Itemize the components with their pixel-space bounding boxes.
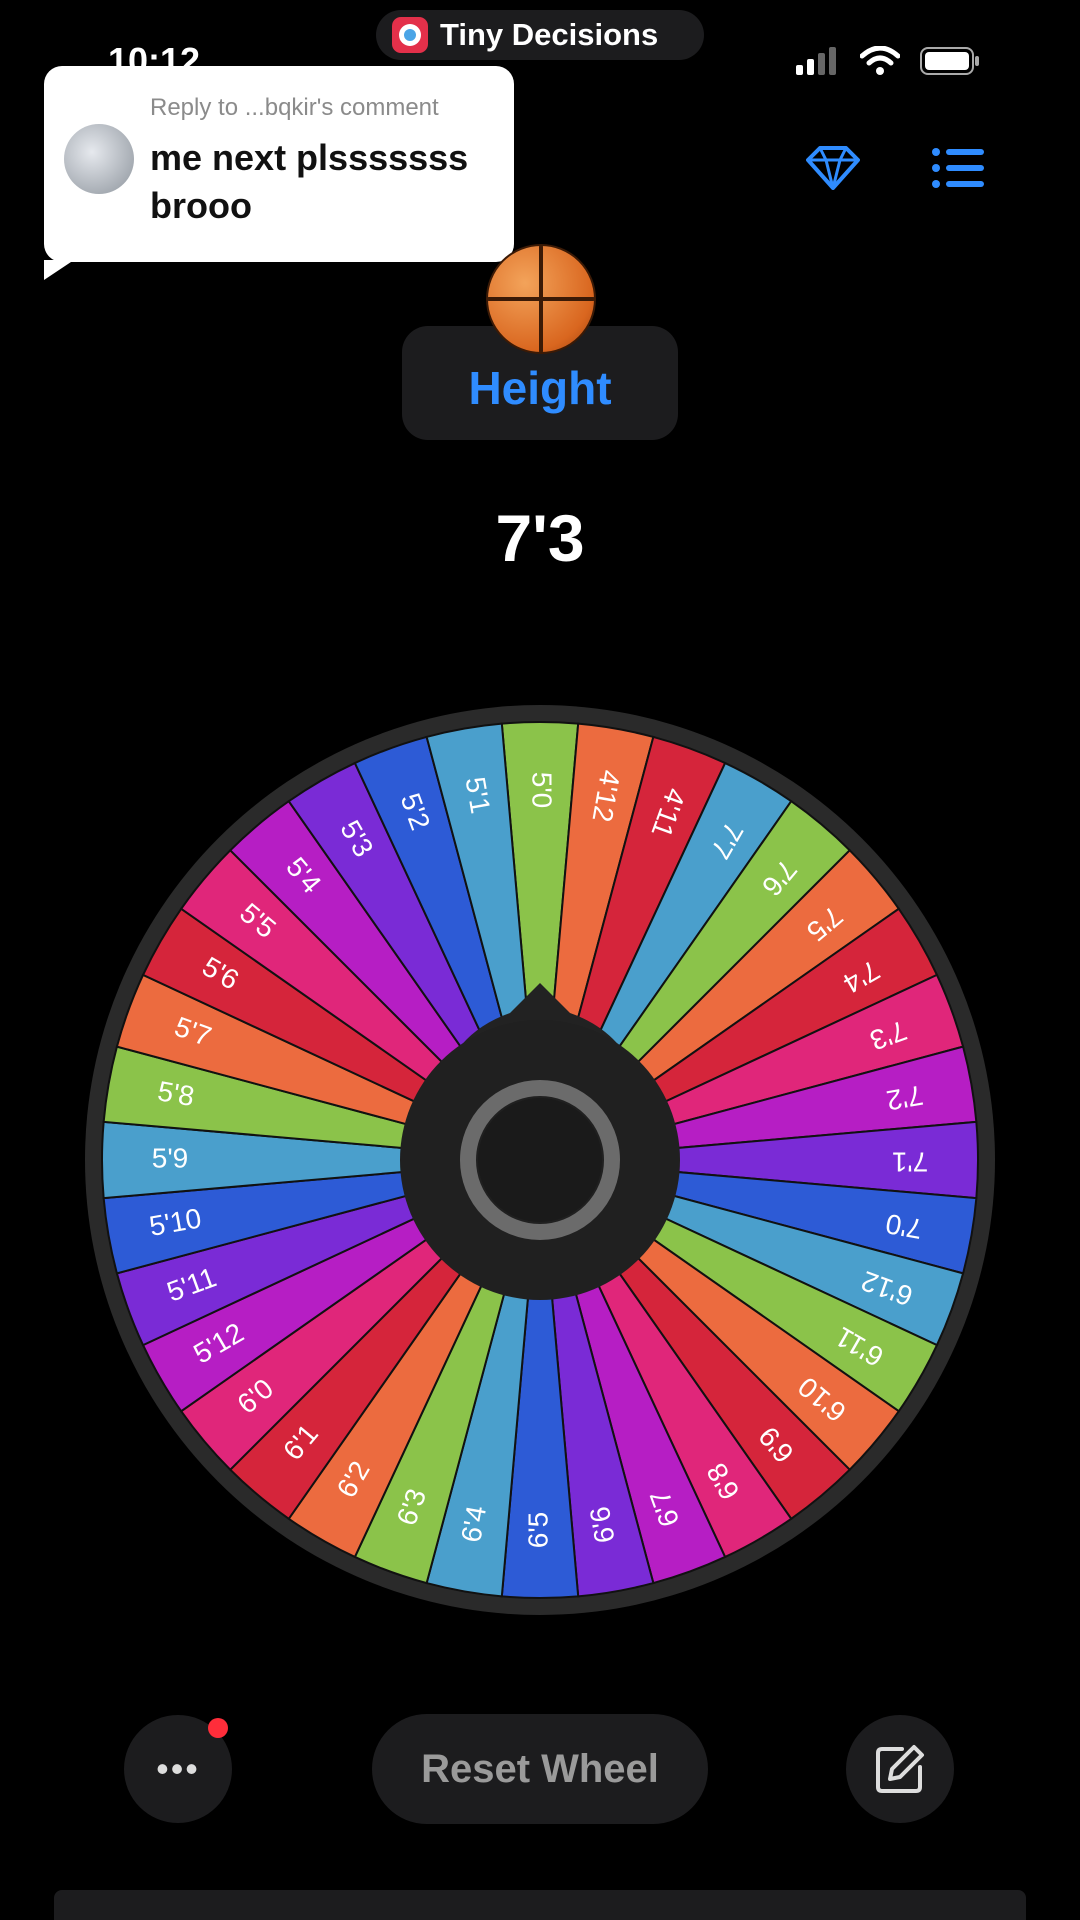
app-logo-icon <box>392 17 428 53</box>
wheel-segment-label: 5'1 <box>459 775 496 816</box>
reply-comment-card[interactable]: Reply to ...bqkir's comment me next plss… <box>44 66 514 280</box>
wheel-segment-label: 6'6 <box>584 1504 621 1545</box>
wheel-segment-label: 5'9 <box>152 1142 189 1173</box>
avatar <box>64 124 134 194</box>
diamond-icon[interactable] <box>806 146 860 190</box>
status-icons <box>796 46 980 76</box>
wheel-segment-label: 7'2 <box>884 1079 925 1116</box>
notification-dot <box>208 1718 228 1738</box>
basketball-icon <box>486 244 596 354</box>
list-icon[interactable] <box>932 148 984 188</box>
battery-icon <box>920 47 979 75</box>
bottom-sheet-edge <box>54 1890 1026 1920</box>
spin-wheel[interactable]: 5'0 4'12 4'11 7'77'67'57'47'37'27'17'06'126… <box>85 705 995 1615</box>
wheel-segment-label: 6'4 <box>455 1503 492 1544</box>
wheel-title: Height <box>468 362 612 414</box>
wheel-segment-label: 7'1 <box>892 1147 929 1178</box>
reply-text: me next plsssssss brooo <box>150 137 469 226</box>
wheel-segment-label: 6'5 <box>522 1512 553 1549</box>
top-toolbar <box>806 146 984 190</box>
reply-header: Reply to ...bqkir's comment <box>150 94 439 121</box>
edit-button[interactable] <box>846 1715 954 1823</box>
reset-wheel-button[interactable]: Reset Wheel <box>372 1714 708 1824</box>
app-indicator: Tiny Decisions <box>376 10 704 60</box>
wifi-icon <box>860 46 900 75</box>
wheel-segment-label: 5'8 <box>155 1075 196 1112</box>
edit-icon <box>876 1745 924 1793</box>
wheel-segment-label: 7'0 <box>883 1208 924 1245</box>
spin-result: 7'3 <box>495 501 585 575</box>
wheel-segment-label: 5'0 <box>527 772 558 809</box>
more-dots-icon: ••• <box>156 1748 200 1789</box>
app-name: Tiny Decisions <box>440 17 659 52</box>
signal-icon <box>796 47 836 75</box>
